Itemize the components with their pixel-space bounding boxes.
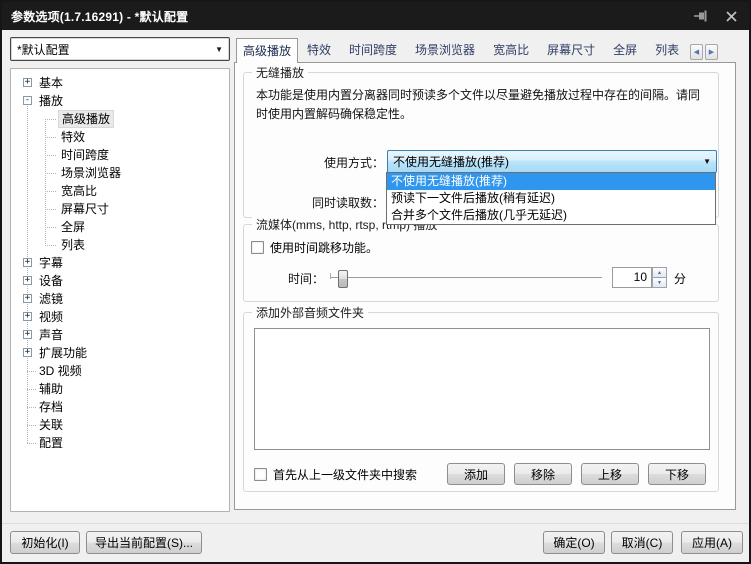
seamless-description: 本功能是使用内置分离器同时预读多个文件以尽量避免播放过程中存在的间隔。请同时使用… (256, 86, 710, 124)
footer-divider (2, 523, 749, 524)
seamless-method-value: 不使用无缝播放(推荐) (393, 153, 509, 170)
tree-item-scene-browser[interactable]: 场景浏览器 (11, 164, 229, 182)
expand-icon[interactable]: + (23, 294, 32, 303)
tree-item-playlist[interactable]: 列表 (11, 236, 229, 254)
tree-item-audio[interactable]: + 声音 (11, 326, 229, 344)
profile-select[interactable]: *默认配置 ▼ (10, 37, 230, 61)
export-config-button[interactable]: 导出当前配置(S)... (86, 531, 202, 554)
chevron-down-icon: ▼ (703, 157, 711, 166)
tree-item-video[interactable]: + 视频 (11, 308, 229, 326)
group-streaming: 流媒体(mms, http, rtsp, rtmp) 播放 使用时间跳移功能。 … (243, 224, 719, 302)
tree-item-screen-size[interactable]: 屏幕尺寸 (11, 200, 229, 218)
tab-scene-browser[interactable]: 场景浏览器 (406, 38, 484, 63)
group-title: 无缝播放 (252, 64, 308, 81)
collapse-icon[interactable]: - (23, 96, 32, 105)
tab-advanced-playback[interactable]: 高级播放 (236, 38, 298, 63)
window-title: 参数选项(1.7.16291) - *默认配置 (11, 8, 188, 25)
tree-item-filters[interactable]: + 滤镜 (11, 290, 229, 308)
group-external-audio-folders: 添加外部音频文件夹 首先从上一级文件夹中搜索 添加 移除 上移 下移 (243, 312, 719, 492)
time-value-input[interactable]: 10 (612, 267, 652, 288)
tabbar: 高级播放 特效 时间跨度 场景浏览器 宽高比 屏幕尺寸 全屏 列表 (236, 38, 688, 63)
tab-scroll-left-icon[interactable]: ◀ (690, 44, 703, 60)
ok-button[interactable]: 确定(O) (543, 531, 605, 554)
dropdown-option[interactable]: 合并多个文件后播放(几乎无延迟) (387, 207, 715, 224)
expand-icon[interactable]: + (23, 312, 32, 321)
tab-scroll-right-icon[interactable]: ▶ (705, 44, 718, 60)
slider-thumb[interactable] (338, 270, 348, 288)
tree-item-assist[interactable]: 辅助 (11, 380, 229, 398)
dropdown-option[interactable]: 不使用无缝播放(推荐) (387, 173, 715, 190)
initialize-button[interactable]: 初始化(I) (10, 531, 80, 554)
apply-button[interactable]: 应用(A) (681, 531, 743, 554)
tree-item-association[interactable]: 关联 (11, 416, 229, 434)
timeshift-checkbox-label: 使用时间跳移功能。 (270, 239, 378, 256)
titlebar: 参数选项(1.7.16291) - *默认配置 (2, 2, 749, 30)
expand-icon[interactable]: + (23, 78, 32, 87)
tree-item-subtitles[interactable]: + 字幕 (11, 254, 229, 272)
tab-fullscreen[interactable]: 全屏 (604, 38, 646, 63)
spin-down-icon[interactable]: ▼ (652, 278, 667, 288)
move-up-button[interactable]: 上移 (581, 463, 639, 485)
tree-item-fullscreen[interactable]: 全屏 (11, 218, 229, 236)
tree-item-playback[interactable]: - 播放 (11, 92, 229, 110)
pin-icon[interactable] (693, 8, 709, 24)
time-spinner: ▲ ▼ (652, 267, 667, 288)
tab-time-span[interactable]: 时间跨度 (340, 38, 406, 63)
expand-icon[interactable]: + (23, 276, 32, 285)
tree-item-3d-video[interactable]: 3D 视频 (11, 362, 229, 380)
tree-item-aspect-ratio[interactable]: 宽高比 (11, 182, 229, 200)
tree-item-effects[interactable]: 特效 (11, 128, 229, 146)
category-tree: + 基本 - 播放 高级播放 特效 时间跨度 场景浏览器 宽高比 屏 (10, 68, 230, 512)
timeshift-checkbox[interactable] (251, 241, 264, 254)
method-label: 使用方式： (244, 154, 384, 171)
audio-folder-list[interactable] (254, 328, 710, 450)
add-button[interactable]: 添加 (447, 463, 505, 485)
spin-up-icon[interactable]: ▲ (652, 267, 667, 278)
tab-aspect-ratio[interactable]: 宽高比 (484, 38, 538, 63)
tree-item-basic[interactable]: + 基本 (11, 74, 229, 92)
tree-item-extensions[interactable]: + 扩展功能 (11, 344, 229, 362)
folder-list-buttons: 添加 移除 上移 下移 (447, 463, 706, 485)
preferences-dialog: 参数选项(1.7.16291) - *默认配置 *默认配置 ▼ 高级播放 (0, 0, 751, 564)
tab-page-advanced-playback: 无缝播放 本功能是使用内置分离器同时预读多个文件以尽量避免播放过程中存在的间隔。… (234, 62, 736, 510)
tab-playlist[interactable]: 列表 (646, 38, 688, 63)
concurrent-read-label: 同时读取数： (244, 194, 384, 211)
profile-select-value: *默认配置 (17, 41, 70, 58)
expand-icon[interactable]: + (23, 348, 32, 357)
group-title: 添加外部音频文件夹 (252, 304, 368, 321)
tree-item-archive[interactable]: 存档 (11, 398, 229, 416)
close-icon[interactable] (723, 8, 739, 24)
time-label: 时间： (250, 270, 324, 287)
tab-effects[interactable]: 特效 (298, 38, 340, 63)
chevron-down-icon: ▼ (215, 45, 223, 54)
move-down-button[interactable]: 下移 (648, 463, 706, 485)
remove-button[interactable]: 移除 (514, 463, 572, 485)
cancel-button[interactable]: 取消(C) (611, 531, 673, 554)
timeshift-row: 使用时间跳移功能。 (251, 239, 378, 256)
search-parent-checkbox-label: 首先从上一级文件夹中搜索 (273, 466, 417, 483)
seamless-method-dropdown-list: 不使用无缝播放(推荐) 预读下一文件后播放(稍有延迟) 合并多个文件后播放(几乎… (386, 172, 716, 225)
tree-item-devices[interactable]: + 设备 (11, 272, 229, 290)
tree-item-config[interactable]: 配置 (11, 434, 229, 452)
tree-item-time-span[interactable]: 时间跨度 (11, 146, 229, 164)
seamless-method-select[interactable]: 不使用无缝播放(推荐) ▼ (387, 150, 717, 173)
tree-item-advanced-playback[interactable]: 高级播放 (11, 110, 229, 128)
search-parent-row: 首先从上一级文件夹中搜索 (254, 466, 417, 483)
tab-screen-size[interactable]: 屏幕尺寸 (538, 38, 604, 63)
time-slider[interactable] (330, 277, 602, 281)
expand-icon[interactable]: + (23, 258, 32, 267)
dropdown-option[interactable]: 预读下一文件后播放(稍有延迟) (387, 190, 715, 207)
expand-icon[interactable]: + (23, 330, 32, 339)
search-parent-checkbox[interactable] (254, 468, 267, 481)
time-unit-label: 分 (674, 270, 686, 287)
